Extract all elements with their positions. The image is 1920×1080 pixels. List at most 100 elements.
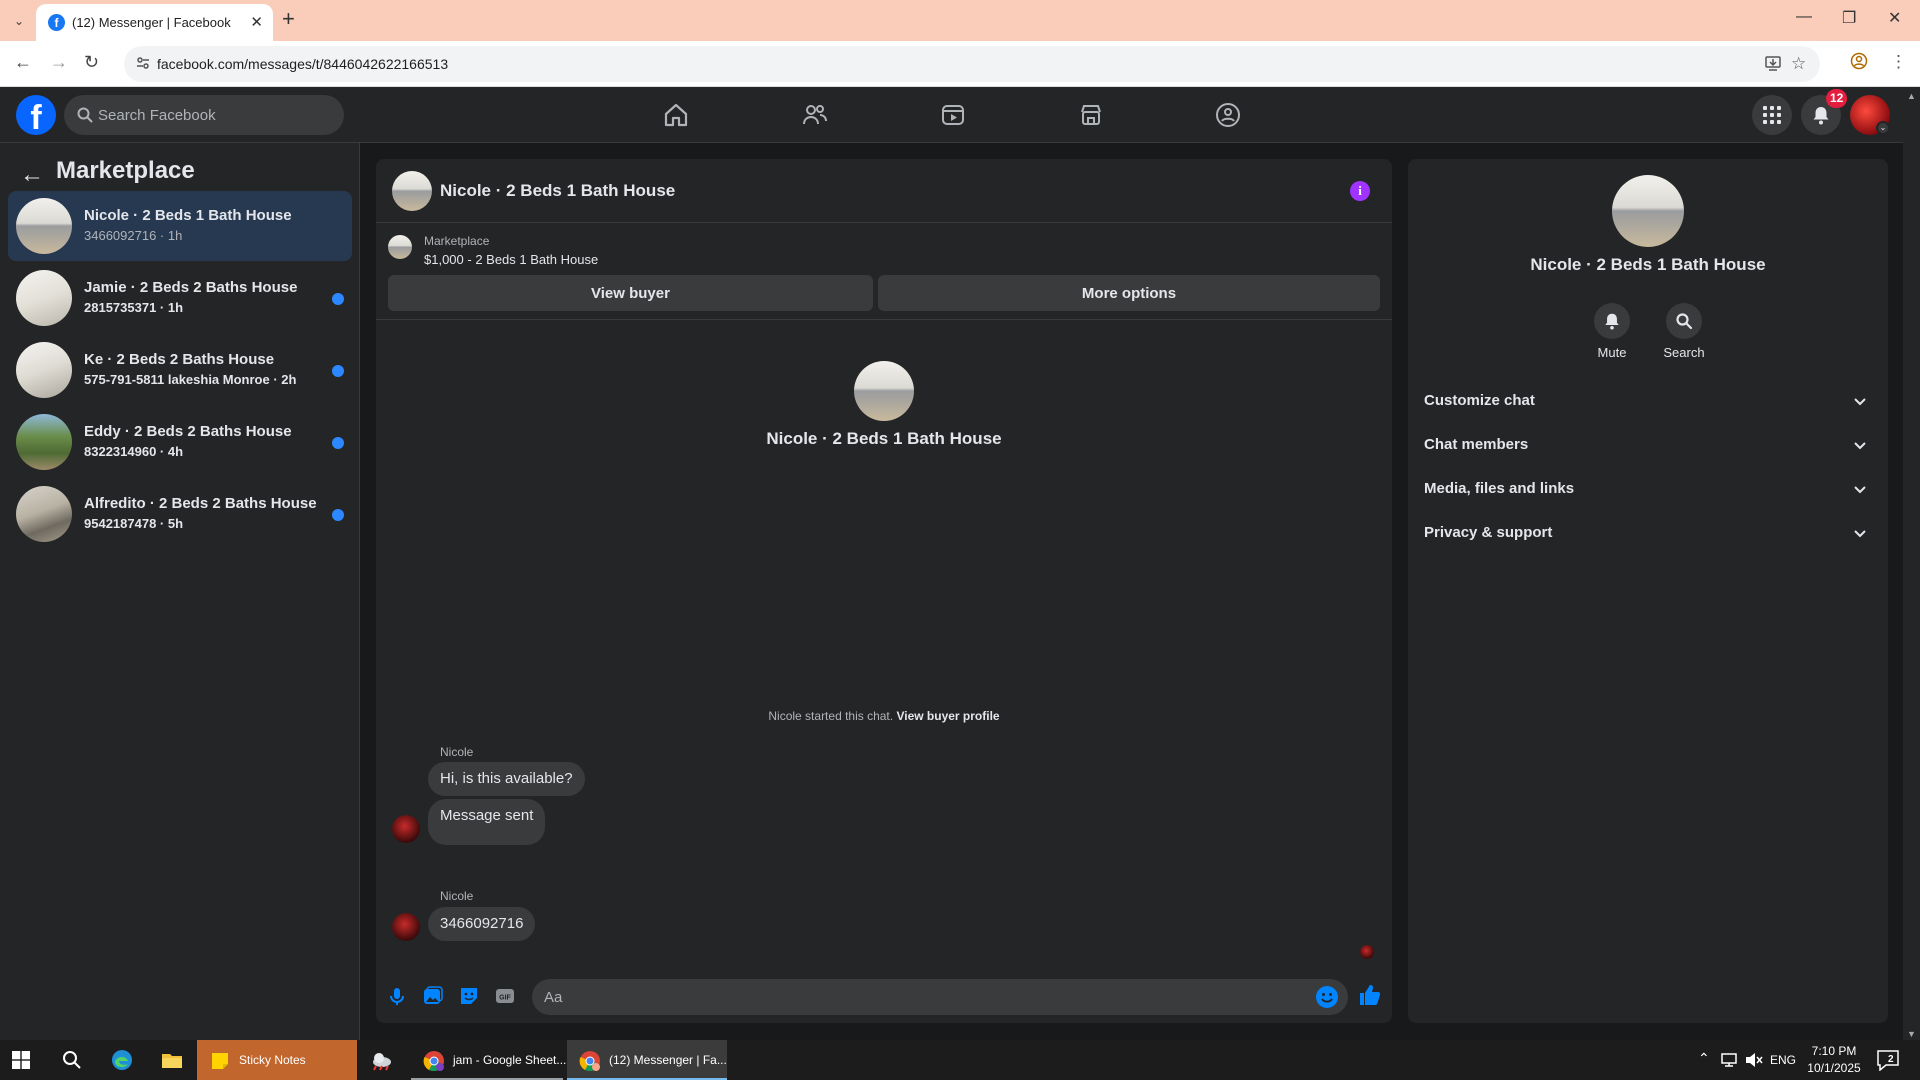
info-avatar [1612, 175, 1684, 247]
tab-close-icon[interactable]: ✕ [250, 13, 263, 31]
clock-time: 7:10 PM [1811, 1044, 1857, 1058]
info-icon[interactable]: i [1350, 181, 1370, 201]
groups-icon[interactable] [1214, 101, 1242, 129]
site-info-icon[interactable] [134, 55, 152, 73]
sender-avatar[interactable] [392, 913, 420, 941]
system-clock[interactable]: 7:10 PM 10/1/2025 [1804, 1044, 1864, 1075]
url-text: facebook.com/messages/t/8446042622166513 [157, 56, 449, 72]
bookmark-star-icon[interactable]: ☆ [1791, 54, 1806, 74]
profile-icon[interactable] [1850, 52, 1868, 75]
volume-muted-icon[interactable] [1744, 1050, 1764, 1070]
view-buyer-button[interactable]: View buyer [388, 275, 873, 311]
conversation-item[interactable]: Alfredito · 2 Beds 2 Baths House 9542187… [8, 479, 352, 549]
address-bar[interactable]: facebook.com/messages/t/8446042622166513… [124, 46, 1820, 82]
conversation-name: Ke · 2 Beds 2 Baths House [84, 351, 275, 368]
file-explorer-icon[interactable] [160, 1048, 184, 1072]
facebook-header: f 12 ⌄ [0, 87, 1903, 143]
chat-avatar[interactable] [392, 171, 432, 211]
page-scrollbar[interactable]: ▲ ▼ [1903, 87, 1920, 1043]
browser-tab-messenger[interactable]: f (12) Messenger | Facebook ✕ [36, 4, 273, 41]
forward-button[interactable]: → [50, 52, 68, 73]
emoji-icon[interactable] [1316, 986, 1338, 1008]
unread-indicator [332, 293, 344, 305]
close-window-button[interactable]: ✕ [1888, 8, 1901, 28]
media-files-links-section[interactable]: Media, files and links [1416, 467, 1880, 511]
tab-search-button[interactable]: ⌄ [8, 10, 30, 32]
taskbar-app-google-sheets[interactable]: jam - Google Sheet... [411, 1040, 566, 1080]
marketplace-listing-bar: Marketplace $1,000 - 2 Beds 1 Bath House… [376, 223, 1392, 320]
mute-button[interactable]: Mute [1576, 303, 1648, 360]
message-input[interactable] [544, 979, 1304, 1015]
bell-icon [1813, 107, 1829, 125]
facebook-search[interactable] [64, 95, 344, 135]
listing-thumbnail [16, 414, 72, 470]
message-bubble[interactable]: 3466092716 [428, 907, 536, 941]
sticky-notes-icon [212, 1053, 228, 1069]
conversation-item[interactable]: Ke · 2 Beds 2 Baths House 575-791-5811 l… [8, 335, 352, 405]
message-bubble[interactable]: Message sent [428, 799, 546, 845]
minimize-button[interactable]: — [1796, 8, 1812, 26]
conversation-info-panel: Nicole · 2 Beds 1 Bath House Mute Search… [1408, 159, 1888, 1023]
chat-title[interactable]: Nicole · 2 Beds 1 Bath House [440, 181, 675, 201]
marketplace-icon[interactable] [1077, 101, 1105, 129]
facebook-favicon-icon: f [48, 14, 65, 31]
back-arrow-icon[interactable]: ← [20, 161, 44, 189]
info-name: Nicole · 2 Beds 1 Bath House [1530, 255, 1766, 274]
browser-menu-icon[interactable]: ⋮ [1890, 52, 1907, 72]
more-options-button[interactable]: More options [878, 275, 1380, 311]
taskbar-app-messenger[interactable]: (12) Messenger | Fa... [567, 1040, 727, 1080]
home-icon[interactable] [662, 101, 690, 129]
like-thumb-icon[interactable] [1358, 983, 1382, 1007]
install-app-icon[interactable] [1764, 54, 1782, 77]
chevron-down-icon[interactable]: ⌄ [1876, 121, 1890, 135]
search-input[interactable] [98, 95, 328, 135]
windows-start-icon[interactable] [12, 1051, 30, 1069]
conversation-preview: 575-791-5811 lakeshia Monroe · 2h [84, 372, 297, 387]
customize-chat-section[interactable]: Customize chat [1416, 379, 1880, 423]
listing-title[interactable]: $1,000 - 2 Beds 1 Bath House [424, 252, 598, 267]
section-label: Chat members [1424, 436, 1529, 453]
photo-icon[interactable] [422, 985, 444, 1007]
menu-grid-button[interactable] [1752, 95, 1792, 135]
reload-button[interactable]: ↻ [84, 52, 99, 73]
search-icon[interactable] [60, 1048, 84, 1072]
gif-icon[interactable]: GIF [494, 985, 516, 1007]
notification-badge: 12 [1826, 89, 1848, 108]
new-tab-button[interactable]: + [282, 8, 295, 30]
browser-toolbar: ← → ↻ facebook.com/messages/t/8446042622… [0, 41, 1920, 87]
tray-overflow-chevron-icon[interactable]: ⌃ [1698, 1050, 1710, 1067]
message-input-wrapper[interactable] [532, 979, 1348, 1015]
chat-members-section[interactable]: Chat members [1416, 423, 1880, 467]
scroll-up-arrow-icon[interactable]: ▲ [1907, 91, 1916, 101]
taskbar-app-sticky-notes[interactable]: Sticky Notes [197, 1040, 357, 1080]
conversation-item[interactable]: Eddy · 2 Beds 2 Baths House 8322314960 ·… [8, 407, 352, 477]
microphone-icon[interactable] [386, 985, 408, 1007]
edge-icon[interactable] [110, 1048, 134, 1072]
friends-icon[interactable] [801, 101, 829, 129]
video-icon[interactable] [939, 101, 967, 129]
tab-title: (12) Messenger | Facebook [72, 15, 231, 30]
chat-started-notice: Nicole started this chat. View buyer pro… [376, 709, 1392, 723]
sender-avatar[interactable] [392, 815, 420, 843]
facebook-logo-icon[interactable]: f [16, 95, 56, 137]
chat-intro-name: Nicole · 2 Beds 1 Bath House [766, 429, 1002, 448]
scroll-down-arrow-icon[interactable]: ▼ [1907, 1029, 1916, 1039]
network-icon[interactable] [1720, 1050, 1740, 1070]
clock-date: 10/1/2025 [1807, 1061, 1861, 1075]
message-bubble[interactable]: Hi, is this available? [428, 762, 585, 796]
back-button[interactable]: ← [14, 52, 32, 73]
sticker-icon[interactable] [458, 985, 480, 1007]
conversation-item[interactable]: Nicole · 2 Beds 1 Bath House 3466092716 … [8, 191, 352, 261]
view-buyer-profile-link[interactable]: View buyer profile [896, 709, 999, 723]
section-label: Media, files and links [1424, 480, 1575, 497]
listing-thumbnail[interactable] [388, 235, 412, 259]
marketplace-label: Marketplace [424, 234, 490, 248]
privacy-support-section[interactable]: Privacy & support [1416, 511, 1880, 555]
input-language[interactable]: ENG [1770, 1053, 1796, 1067]
weather-app-icon[interactable] [370, 1048, 394, 1072]
message-sender: Nicole [440, 745, 474, 759]
search-in-conversation-button[interactable]: Search [1648, 303, 1720, 360]
restore-button[interactable]: ❐ [1842, 8, 1856, 28]
conversation-preview: 3466092716 · 1h [84, 228, 183, 243]
conversation-item[interactable]: Jamie · 2 Beds 2 Baths House 2815735371 … [8, 263, 352, 333]
